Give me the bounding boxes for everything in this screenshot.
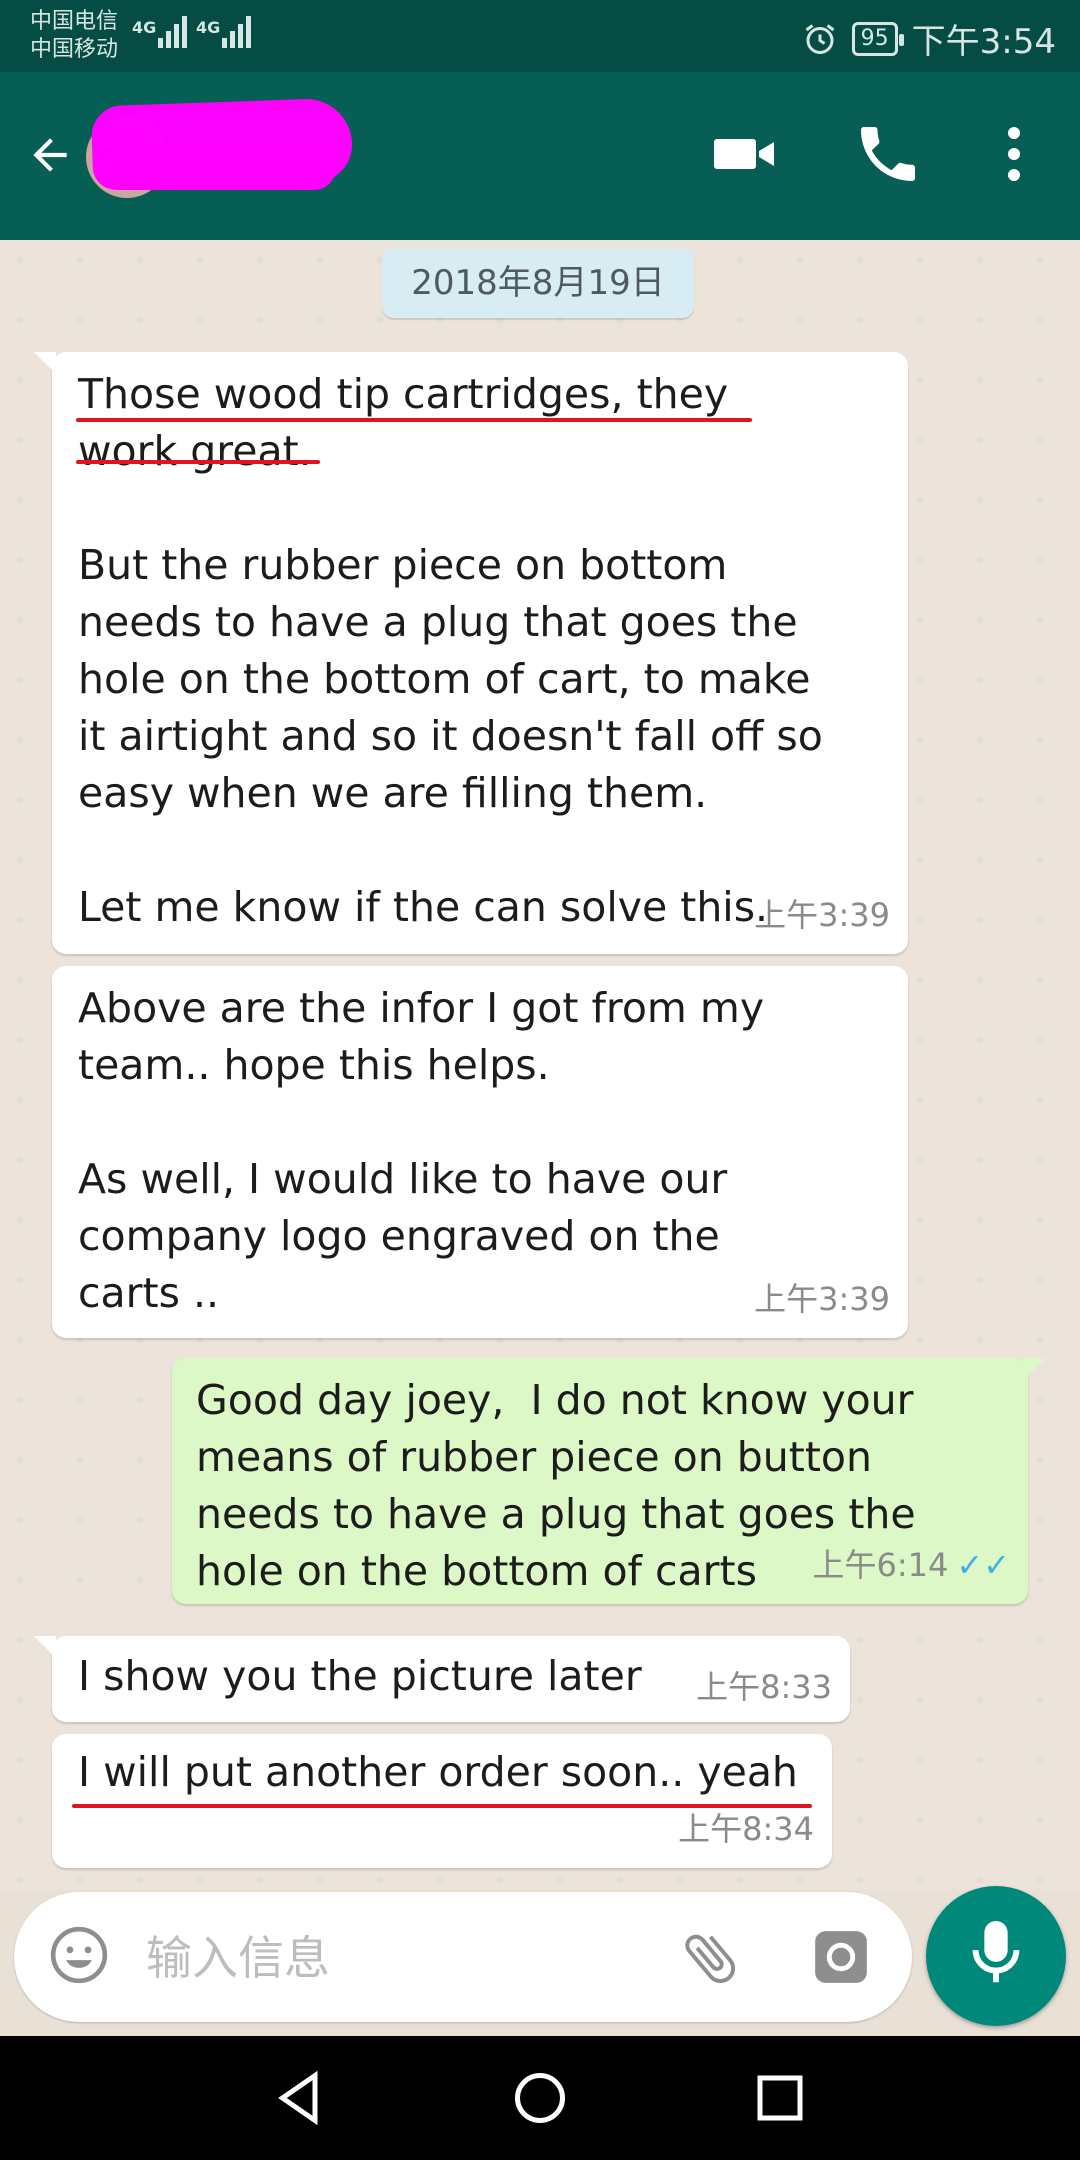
composer <box>14 1892 912 2022</box>
message-time: 上午3:39 <box>754 896 890 934</box>
message-meta: 上午6:14 ✓✓ <box>813 1537 1011 1594</box>
network-type-1: 4G <box>132 18 157 37</box>
message-text: Those wood tip cartridges, they work gre… <box>78 370 823 931</box>
back-arrow-icon[interactable] <box>22 130 78 180</box>
nav-back-icon[interactable] <box>270 2068 330 2128</box>
carrier-1: 中国电信 <box>30 9 119 34</box>
message-bubble-incoming[interactable]: Those wood tip cartridges, they work gre… <box>34 352 908 954</box>
more-options-icon[interactable] <box>978 118 1050 190</box>
status-bar: 中国电信 中国移动 4G 4G 95 下午3:54 <box>0 0 1080 72</box>
date-separator: 2018年8月19日 <box>382 248 694 318</box>
clock: 下午3:54 <box>911 22 1056 62</box>
voice-record-button[interactable] <box>926 1886 1066 2026</box>
message-bubble-outgoing[interactable]: Good day joey, I do not know your means … <box>172 1358 1046 1604</box>
message-time: 上午8:34 <box>678 1810 814 1848</box>
nav-home-icon[interactable] <box>510 2068 570 2128</box>
video-call-icon[interactable] <box>708 118 780 190</box>
message-input[interactable] <box>144 1916 668 2000</box>
status-right: 95 下午3:54 <box>802 14 1056 63</box>
carrier-2: 中国移动 <box>30 37 119 62</box>
message-bubble-incoming[interactable]: Above are the infor I got from my team..… <box>52 966 908 1338</box>
message-text: I will put another order soon.. yeah <box>78 1748 798 1796</box>
chat-header <box>0 72 1080 240</box>
camera-icon[interactable] <box>810 1926 872 1988</box>
battery-icon: 95 <box>851 21 904 56</box>
emoji-icon[interactable] <box>48 1924 110 1986</box>
redacted-contact-name-stroke <box>96 146 336 190</box>
network-type-2: 4G <box>196 18 221 37</box>
attach-icon[interactable] <box>678 1926 742 1990</box>
message-time: 上午8:33 <box>696 1668 832 1706</box>
annotation-underline <box>76 418 752 422</box>
microphone-icon <box>972 1921 1020 1983</box>
signal-icon <box>158 14 187 48</box>
carrier-names: 中国电信 中国移动 <box>30 8 118 64</box>
read-receipt-icon: ✓✓ <box>956 1546 1010 1584</box>
message-time: 上午6:14 <box>812 1546 949 1584</box>
annotation-underline <box>76 460 320 464</box>
phone-call-icon[interactable] <box>852 118 924 190</box>
nav-recents-icon[interactable] <box>750 2068 810 2128</box>
alarm-icon <box>805 23 835 54</box>
message-bubble-incoming[interactable]: I will put another order soon.. yeah 上午8… <box>52 1734 832 1868</box>
message-bubble-incoming[interactable]: I show you the picture later 上午8:33 <box>34 1636 850 1722</box>
signal-icon <box>222 14 251 48</box>
message-list[interactable]: 2018年8月19日 Those wood tip cartridges, th… <box>0 240 1080 1890</box>
message-time: 上午3:39 <box>754 1280 890 1318</box>
system-navigation-bar <box>0 2036 1080 2160</box>
